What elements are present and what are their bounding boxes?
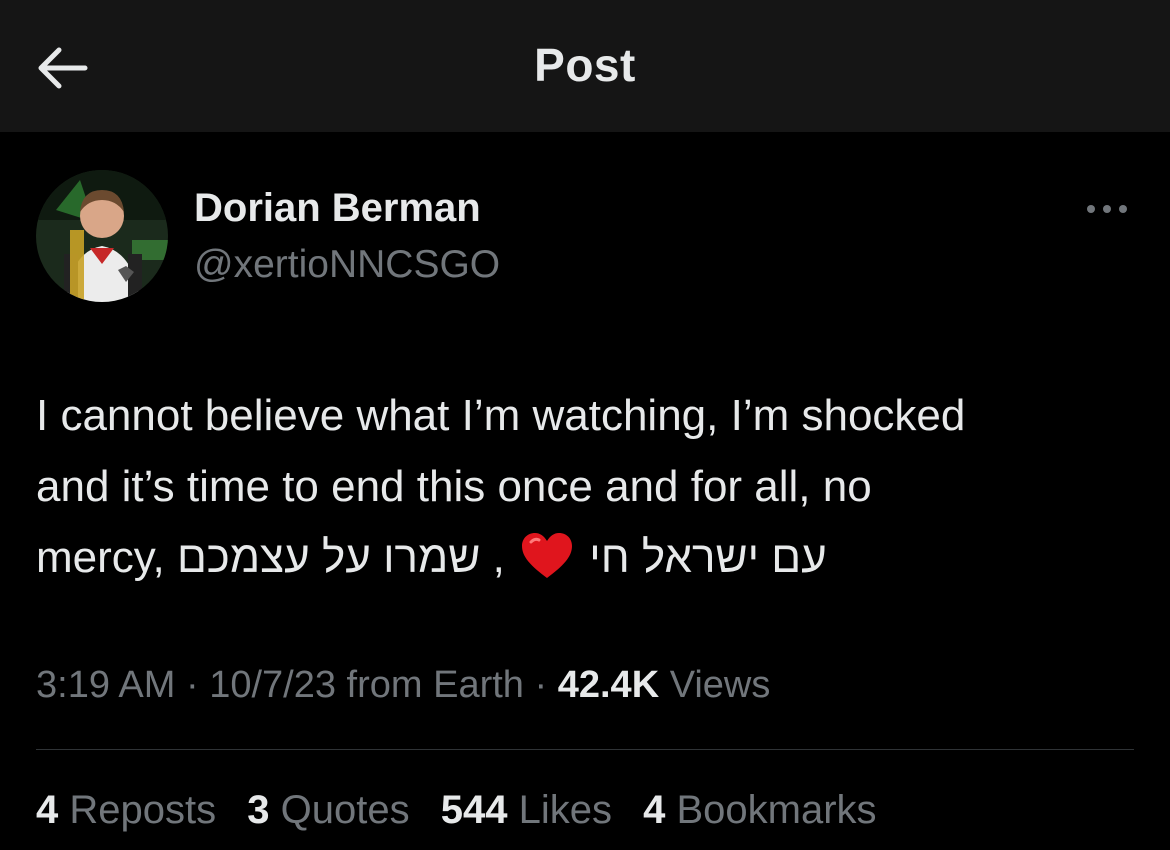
avatar-photo <box>36 170 168 302</box>
post-time[interactable]: 3:19 AM <box>36 664 175 706</box>
post-meta: 3:19 AM · 10/7/23 from Earth · 42.4K Vie… <box>36 664 770 707</box>
post-location: from Earth <box>336 664 524 706</box>
views-count[interactable]: 42.4K <box>558 664 659 706</box>
quotes-count: 3 <box>247 788 270 832</box>
display-name[interactable]: Dorian Berman <box>194 186 481 231</box>
post-text-segment: mercy, <box>36 533 177 582</box>
user-handle[interactable]: @xertioNNCSGO <box>194 243 500 287</box>
post-date[interactable]: 10/7/23 <box>209 664 336 706</box>
quotes-stat[interactable]: 3 Quotes <box>247 788 409 832</box>
hebrew-text: עם ישראל חי <box>589 533 827 582</box>
page-title: Post <box>534 39 636 91</box>
meta-separator: · <box>175 664 210 706</box>
avatar[interactable] <box>36 170 168 302</box>
meta-separator: · <box>523 664 558 706</box>
hebrew-text: שמרו על עצמכם <box>176 533 481 582</box>
more-horizontal-icon <box>1087 205 1127 213</box>
heart-emoji-icon <box>522 533 573 578</box>
bookmarks-label: Bookmarks <box>676 788 877 832</box>
bookmarks-stat[interactable]: 4 Bookmarks <box>643 788 876 832</box>
post-text-line: I cannot believe what I’m watching, I’m … <box>36 391 966 440</box>
bookmarks-count: 4 <box>643 788 666 832</box>
post-text-line: and it’s time to end this once and for a… <box>36 462 872 511</box>
top-bar: Post <box>0 0 1170 132</box>
divider <box>36 749 1134 750</box>
post-text-segment: , <box>480 533 518 582</box>
views-label[interactable]: Views <box>659 664 771 706</box>
likes-stat[interactable]: 544 Likes <box>441 788 612 832</box>
post-text-line: mercy, שמרו על עצמכם , עם ישראל חי <box>36 522 1136 593</box>
reposts-label: Reposts <box>69 788 217 832</box>
likes-count: 544 <box>440 788 508 832</box>
post-text: I cannot believe what I’m watching, I’m … <box>36 380 1136 593</box>
quotes-label: Quotes <box>280 788 410 832</box>
likes-label: Likes <box>518 788 612 832</box>
more-options-button[interactable] <box>1080 192 1134 226</box>
reposts-count: 4 <box>36 788 59 832</box>
reposts-stat[interactable]: 4 Reposts <box>36 788 216 832</box>
engagement-stats: 4 Reposts 3 Quotes 544 Likes 4 Bookmarks <box>36 788 897 833</box>
